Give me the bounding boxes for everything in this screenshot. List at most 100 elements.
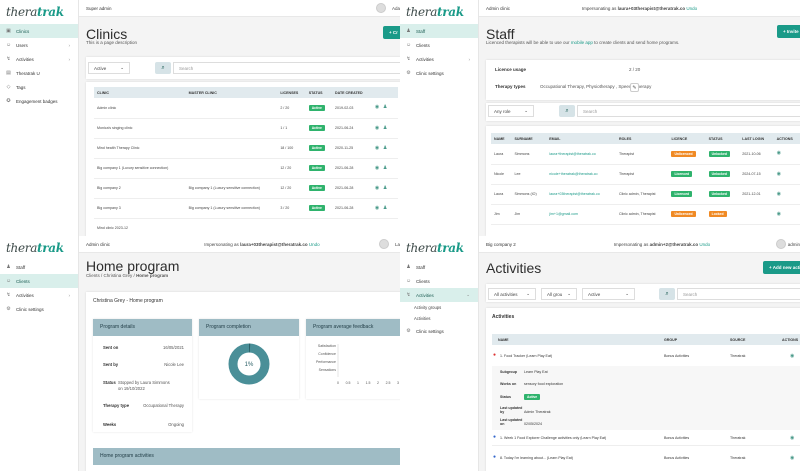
expand-icon[interactable]: ● [493,454,496,460]
search-icon[interactable]: ⌕ [155,62,171,74]
sidebar-item-engagement-badges[interactable]: ✪ Engagement badges [0,94,78,108]
table-row[interactable]: Nicole Lee nicole+theratrak@theratrak.co Th… [491,164,800,185]
avatar[interactable] [776,239,786,249]
sidebar-item-clinic-settings[interactable]: ⚙ Clinic settings [400,66,478,80]
add-activity-button[interactable]: + Add new acti [763,261,800,274]
view-icon[interactable]: ◉ [375,205,380,211]
role-filter[interactable]: Any role ⌄ [488,105,534,117]
view-icon[interactable]: ◉ [777,171,782,177]
sidebar-item-clients[interactable]: ☺ Clients [0,274,78,288]
search-input[interactable]: Search [677,288,800,300]
user-icon[interactable]: ♟ [383,105,388,110]
view-icon[interactable]: ◉ [777,211,782,217]
breadcrumb-clients[interactable]: Clients [86,273,100,278]
undo-link[interactable]: Undo [309,242,320,247]
theratrak-logo[interactable]: thera trak [400,0,478,24]
sidebar-item-staff[interactable]: ♟ Staff [0,260,78,274]
view-icon[interactable]: ◉ [790,455,794,461]
sidebar-item-clinic-settings[interactable]: ⚙ Clinic settings [0,302,78,316]
activity-source: Theratrak [730,354,746,358]
table-row[interactable]: Big company 2 Big company 1 (Luxury sensi… [94,178,398,199]
sidebar-item-activities[interactable]: ↯ Activities ⌄ [400,288,478,302]
table-row[interactable]: Laura Simmons laura+therapist@theratrak.co… [491,144,800,165]
clinics-icon: ▣ [6,27,11,34]
sidebar-item-users[interactable]: ☺ Users › [0,38,78,52]
avatar[interactable] [376,3,386,13]
view-icon[interactable]: ◉ [375,185,380,191]
sidebar-item-clinic-settings[interactable]: ⚙ Clinic settings [400,324,478,338]
breadcrumb-client[interactable]: Christina Grey [104,273,133,278]
search-icon[interactable]: ⌕ [659,288,675,300]
table-row[interactable]: Mind health Therapy Clinic 18 / 100 Active… [94,138,398,159]
user-icon[interactable]: ♟ [383,165,388,171]
theratrak-logo[interactable]: thera trak [0,236,78,260]
sidebar-item-theratrak-u[interactable]: ▤ Theratrak U [0,66,78,80]
view-icon[interactable]: ◉ [790,353,794,359]
view-icon[interactable]: ◉ [790,435,794,441]
staff-email[interactable]: laura+03therapist@theratrak.co [546,184,617,205]
undo-link[interactable]: Undo [686,6,697,11]
clinic-name: Mind clinic 2023-12 [94,218,186,236]
activity-filter[interactable]: All activities ⌄ [488,288,536,300]
user-icon[interactable]: ♟ [383,125,388,131]
clinic-name: Mind health Therapy Clinic [94,138,186,159]
collapse-icon[interactable]: ● [493,352,496,358]
status-filter[interactable]: Active ⌄ [582,288,635,300]
table-row[interactable]: ● 1. Week 1 Food Explorer Challenge acti… [492,432,800,446]
impersonated-email: laura+03therapist@theratrak.co [617,5,686,11]
table-row[interactable]: Big company 1 (Luxury sensitive connecti… [94,158,398,179]
sidebar-item-activities[interactable]: ↯ Activities › [0,52,78,66]
user-icon[interactable]: ♟ [383,145,388,151]
table-row[interactable]: Mind clinic 2023-12 [94,218,398,236]
group-filter[interactable]: All grou ⌄ [541,288,577,300]
sidebar-item-clients[interactable]: ☺ Clients [400,274,478,288]
staff-icon: ♟ [6,263,11,270]
user-icon[interactable]: ♟ [383,205,388,211]
staff-email[interactable]: laura+therapist@theratrak.co [546,144,617,165]
avatar[interactable] [379,239,389,249]
undo-link[interactable]: Undo [699,242,710,247]
search-input[interactable]: Search [577,105,800,117]
theratrak-logo[interactable]: thera trak [0,0,78,24]
sidebar-item-activities[interactable]: ↯ Activities › [400,52,478,66]
sidebar-item-activities[interactable]: ↯ Activities › [0,288,78,302]
table-row[interactable]: ● 8. Today I'm learning about... (Learn … [492,452,800,466]
view-icon[interactable]: ◉ [777,151,782,156]
view-icon[interactable]: ◉ [375,125,380,131]
search-input[interactable]: Search [173,62,400,74]
create-clinic-button[interactable]: + Cr [383,26,400,39]
sidebar-subitem-activity-groups[interactable]: Activity groups [400,302,478,313]
program-details-title: Program details [93,319,192,336]
activity-source: Theratrak [730,456,746,460]
table-row[interactable]: Jim Jim jim+1@gmail.com Clinic admin, Thera… [491,204,800,225]
status-filter[interactable]: Active ⌄ [88,62,130,74]
sidebar-item-staff[interactable]: ♟ Staff [400,24,478,38]
expand-icon[interactable]: ● [493,434,496,440]
table-row[interactable]: Admin clinic 2 / 20 Active 2019-02-03 ◉ ♟ [94,98,398,119]
table-row[interactable]: ● 1. Food Tracker (Learn Play Eat) Bonus… [492,350,800,364]
staff-email[interactable]: nicole+theratrak@theratrak.co [546,164,617,185]
table-row[interactable]: Laura Simmons (IO) laura+03therapist@thera… [491,184,800,205]
user-name[interactable]: admin [788,242,800,247]
search-icon[interactable]: ⌕ [559,105,575,117]
view-icon[interactable]: ◉ [777,191,782,197]
sidebar-item-clients[interactable]: ☺ Clients [400,38,478,52]
mobile-app-link[interactable]: mobile app [571,40,593,45]
theratrak-logo[interactable]: thera trak [400,236,478,260]
sidebar-item-staff[interactable]: ♟ Staff [400,260,478,274]
table-row[interactable]: Big company 3 Big company 1 (Luxury sensi… [94,198,398,219]
sidebar-item-tags[interactable]: ◇ Tags [0,80,78,94]
master-clinic [185,98,278,119]
view-icon[interactable]: ◉ [375,145,380,151]
user-icon[interactable]: ♟ [383,185,388,191]
sidebar-item-clinics[interactable]: ▣ Clinics [0,24,78,38]
view-icon[interactable]: ◉ [375,165,380,171]
sidebar-subitem-activities[interactable]: Activities [400,313,478,324]
view-icon[interactable]: ◉ [375,105,380,110]
staff-email[interactable]: jim+1@gmail.com [546,204,617,225]
user-name[interactable]: Ada [392,6,400,11]
table-row[interactable]: Monica's singing clinic 1 / 1 Active 2021-0… [94,118,398,139]
edit-pencil-icon[interactable]: ✎ [630,83,639,92]
invite-button[interactable]: + Invite [777,25,800,38]
status-cell: Unlocked [705,184,740,205]
